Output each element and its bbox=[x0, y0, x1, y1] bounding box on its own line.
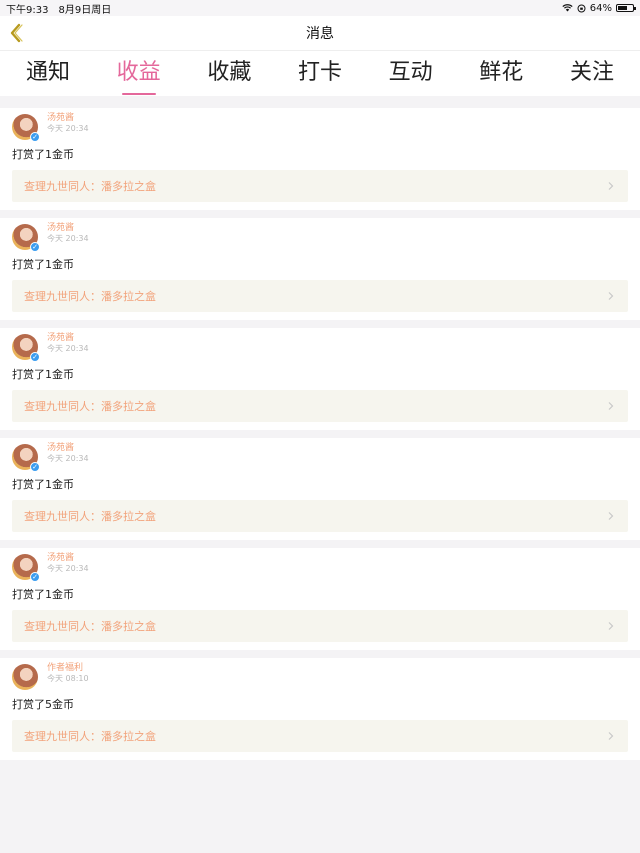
work-link[interactable]: 查理九世同人：潘多拉之盒 bbox=[12, 500, 628, 532]
item-header: ✓ 汤苑酱 今天 20:34 bbox=[12, 552, 628, 584]
item-meta: 汤苑酱 今天 20:34 bbox=[47, 442, 89, 464]
list-item: ✓ 汤苑酱 今天 20:34 打赏了1金币 查理九世同人：潘多拉之盒 bbox=[0, 218, 640, 320]
verified-badge-icon: ✓ bbox=[30, 572, 40, 582]
verified-badge-icon: ✓ bbox=[30, 462, 40, 472]
user-name[interactable]: 作者福利 bbox=[47, 663, 89, 674]
tab-interact[interactable]: 互动 bbox=[389, 51, 433, 97]
chevron-right-icon bbox=[608, 402, 614, 410]
active-tab-indicator bbox=[121, 92, 156, 95]
user-name[interactable]: 汤苑酱 bbox=[47, 443, 89, 454]
verified-badge-icon: ✓ bbox=[30, 132, 40, 142]
tab-favorite[interactable]: 收藏 bbox=[207, 51, 251, 97]
tab-label: 通知 bbox=[26, 59, 71, 85]
work-link[interactable]: 查理九世同人：潘多拉之盒 bbox=[12, 720, 628, 752]
avatar[interactable]: ✓ bbox=[12, 224, 40, 252]
timestamp: 今天 20:34 bbox=[47, 124, 89, 133]
list-item: ✓ 汤苑酱 今天 20:34 打赏了1金币 查理九世同人：潘多拉之盒 bbox=[0, 328, 640, 430]
item-header: ✓ 汤苑酱 今天 20:34 bbox=[12, 442, 628, 474]
reward-message: 打赏了1金币 bbox=[12, 478, 74, 491]
avatar[interactable]: ✓ bbox=[12, 334, 40, 362]
user-name[interactable]: 汤苑酱 bbox=[47, 333, 89, 344]
reward-message: 打赏了1金币 bbox=[12, 148, 74, 161]
tab-notify[interactable]: 通知 bbox=[26, 51, 70, 97]
reward-message: 打赏了1金币 bbox=[12, 258, 74, 271]
tab-bar: 通知 收益 收藏 打卡 互动 鲜花 关注 bbox=[0, 50, 640, 96]
tab-label: 打卡 bbox=[297, 59, 342, 85]
list-item: ✓ 汤苑酱 今天 20:34 打赏了1金币 查理九世同人：潘多拉之盒 bbox=[0, 548, 640, 650]
verified-badge-icon: ✓ bbox=[30, 352, 40, 362]
list-item: ✓ 汤苑酱 今天 20:34 打赏了1金币 查理九世同人：潘多拉之盒 bbox=[0, 108, 640, 210]
timestamp: 今天 20:34 bbox=[47, 234, 89, 243]
chevron-right-icon bbox=[608, 292, 614, 300]
tab-label: 关注 bbox=[569, 59, 614, 85]
tab-label: 鲜花 bbox=[479, 59, 524, 85]
chevron-right-icon bbox=[608, 622, 614, 630]
status-time: 下午9:33 bbox=[6, 4, 49, 16]
orientation-lock-icon bbox=[577, 4, 586, 12]
work-title: 查理九世同人：潘多拉之盒 bbox=[24, 620, 156, 633]
item-meta: 汤苑酱 今天 20:34 bbox=[47, 222, 89, 244]
chevron-right-icon bbox=[608, 182, 614, 190]
item-header: ✓ 汤苑酱 今天 20:34 bbox=[12, 332, 628, 364]
work-title: 查理九世同人：潘多拉之盒 bbox=[24, 400, 156, 413]
reward-message: 打赏了5金币 bbox=[12, 698, 74, 711]
page-title: 消息 bbox=[306, 26, 334, 42]
timestamp: 今天 20:34 bbox=[47, 454, 89, 463]
user-name[interactable]: 汤苑酱 bbox=[47, 113, 89, 124]
item-meta: 汤苑酱 今天 20:34 bbox=[47, 112, 89, 134]
avatar[interactable]: ✓ bbox=[12, 114, 40, 142]
item-meta: 作者福利 今天 08:10 bbox=[47, 662, 89, 684]
timestamp: 今天 20:34 bbox=[47, 344, 89, 353]
tab-label: 收藏 bbox=[207, 59, 252, 85]
item-header: ✓ 汤苑酱 今天 20:34 bbox=[12, 112, 628, 144]
avatar[interactable]: ✓ bbox=[12, 444, 40, 472]
status-bar: 下午9:33 8月9日周日 64% bbox=[0, 0, 640, 16]
avatar[interactable]: ✓ bbox=[12, 554, 40, 582]
timestamp: 今天 20:34 bbox=[47, 564, 89, 573]
item-meta: 汤苑酱 今天 20:34 bbox=[47, 332, 89, 354]
avatar[interactable] bbox=[12, 664, 38, 690]
tab-income[interactable]: 收益 bbox=[117, 51, 161, 97]
user-name[interactable]: 汤苑酱 bbox=[47, 223, 89, 234]
reward-message: 打赏了1金币 bbox=[12, 588, 74, 601]
list-item: ✓ 汤苑酱 今天 20:34 打赏了1金币 查理九世同人：潘多拉之盒 bbox=[0, 438, 640, 540]
user-name[interactable]: 汤苑酱 bbox=[47, 553, 89, 564]
battery-percent: 64% bbox=[589, 2, 612, 14]
tab-flower[interactable]: 鲜花 bbox=[479, 51, 523, 97]
back-button[interactable] bbox=[6, 21, 28, 45]
chevron-right-icon bbox=[608, 732, 614, 740]
item-meta: 汤苑酱 今天 20:34 bbox=[47, 552, 89, 574]
tab-label: 互动 bbox=[388, 59, 433, 85]
tab-label: 收益 bbox=[116, 59, 161, 85]
item-header: 作者福利 今天 08:10 bbox=[12, 662, 628, 694]
income-list: ✓ 汤苑酱 今天 20:34 打赏了1金币 查理九世同人：潘多拉之盒 ✓ 汤苑酱… bbox=[0, 108, 640, 760]
tab-checkin[interactable]: 打卡 bbox=[298, 51, 342, 97]
work-title: 查理九世同人：潘多拉之盒 bbox=[24, 180, 156, 193]
work-title: 查理九世同人：潘多拉之盒 bbox=[24, 290, 156, 303]
work-link[interactable]: 查理九世同人：潘多拉之盒 bbox=[12, 280, 628, 312]
item-header: ✓ 汤苑酱 今天 20:34 bbox=[12, 222, 628, 254]
work-link[interactable]: 查理九世同人：潘多拉之盒 bbox=[12, 610, 628, 642]
work-title: 查理九世同人：潘多拉之盒 bbox=[24, 730, 156, 743]
nav-bar: 消息 bbox=[0, 16, 640, 50]
battery-icon bbox=[616, 4, 636, 12]
list-item: 作者福利 今天 08:10 打赏了5金币 查理九世同人：潘多拉之盒 bbox=[0, 658, 640, 760]
work-link[interactable]: 查理九世同人：潘多拉之盒 bbox=[12, 390, 628, 422]
timestamp: 今天 08:10 bbox=[47, 674, 89, 683]
work-title: 查理九世同人：潘多拉之盒 bbox=[24, 510, 156, 523]
status-date: 8月9日周日 bbox=[58, 4, 112, 16]
chevron-right-icon bbox=[608, 512, 614, 520]
wifi-icon bbox=[562, 4, 573, 12]
work-link[interactable]: 查理九世同人：潘多拉之盒 bbox=[12, 170, 628, 202]
reward-message: 打赏了1金币 bbox=[12, 368, 74, 381]
chevron-left-icon bbox=[10, 23, 23, 43]
verified-badge-icon: ✓ bbox=[30, 242, 40, 252]
tab-follow[interactable]: 关注 bbox=[570, 51, 614, 97]
